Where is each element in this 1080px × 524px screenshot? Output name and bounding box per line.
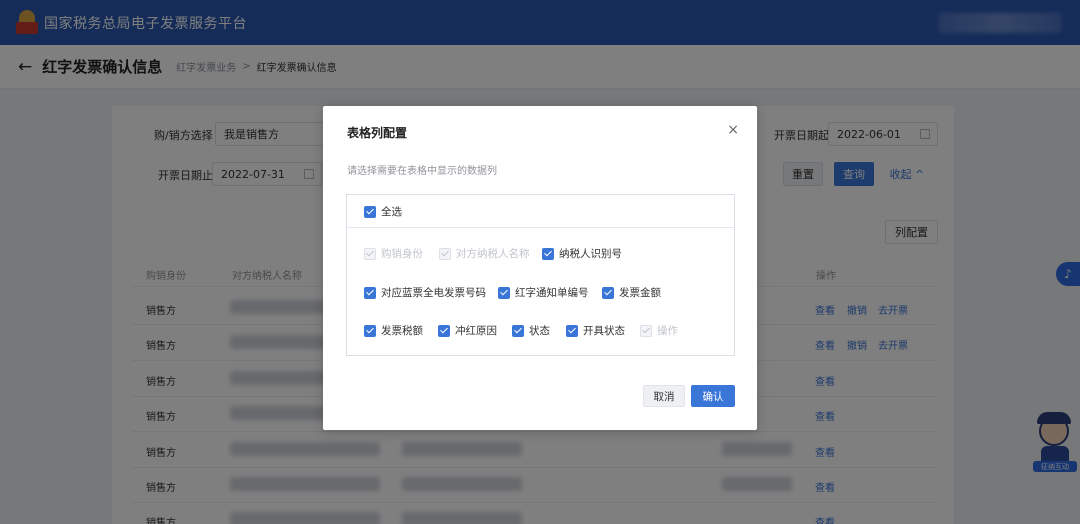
checkbox-checked-icon bbox=[438, 324, 450, 337]
checkbox-checked-icon bbox=[498, 286, 510, 299]
options-divider bbox=[347, 227, 734, 228]
option-label: 状态 bbox=[529, 325, 550, 337]
option-blue-invoice-number[interactable]: 对应蓝票全电发票号码 bbox=[364, 285, 486, 300]
option-red-notice-number[interactable]: 红字通知单编号 bbox=[498, 285, 589, 300]
option-actions: 操作 bbox=[640, 323, 678, 338]
option-label: 对方纳税人名称 bbox=[456, 248, 530, 260]
option-label: 对应蓝票全电发票号码 bbox=[381, 287, 486, 299]
option-invoice-amount[interactable]: 发票金额 bbox=[602, 285, 661, 300]
close-icon[interactable]: × bbox=[727, 122, 739, 138]
option-invoice-tax[interactable]: 发票税额 bbox=[364, 323, 423, 338]
cancel-button[interactable]: 取消 bbox=[643, 385, 685, 407]
checkbox-disabled-icon bbox=[439, 247, 451, 260]
checkbox-checked-icon bbox=[602, 286, 614, 299]
checkbox-checked-icon bbox=[566, 324, 578, 337]
select-all-label: 全选 bbox=[381, 206, 402, 218]
checkbox-checked-icon bbox=[364, 205, 376, 218]
option-label: 纳税人识别号 bbox=[559, 248, 622, 260]
checkbox-disabled-icon bbox=[640, 324, 652, 337]
checkbox-checked-icon bbox=[512, 324, 524, 337]
select-all-checkbox[interactable]: 全选 bbox=[364, 204, 402, 219]
option-issue-status[interactable]: 开具状态 bbox=[566, 323, 625, 338]
option-label: 购销身份 bbox=[381, 248, 423, 260]
checkbox-checked-icon bbox=[364, 324, 376, 337]
dialog-title: 表格列配置 bbox=[347, 126, 408, 140]
option-counterparty-name: 对方纳税人名称 bbox=[439, 246, 530, 261]
option-status[interactable]: 状态 bbox=[512, 323, 550, 338]
column-config-dialog: 表格列配置 × 请选择需要在表格中显示的数据列 全选 购销身份 对方纳税人名称 … bbox=[323, 106, 757, 430]
checkbox-checked-icon bbox=[364, 286, 376, 299]
option-label: 红字通知单编号 bbox=[515, 287, 589, 299]
option-role: 购销身份 bbox=[364, 246, 423, 261]
option-taxpayer-id[interactable]: 纳税人识别号 bbox=[542, 246, 622, 261]
option-label: 冲红原因 bbox=[455, 325, 497, 337]
option-label: 发票税额 bbox=[381, 325, 423, 337]
checkbox-checked-icon bbox=[542, 247, 554, 260]
confirm-button[interactable]: 确认 bbox=[691, 385, 735, 407]
option-label: 操作 bbox=[657, 325, 678, 337]
checkbox-disabled-icon bbox=[364, 247, 376, 260]
dialog-hint: 请选择需要在表格中显示的数据列 bbox=[347, 166, 497, 177]
option-label: 开具状态 bbox=[583, 325, 625, 337]
column-options-panel: 全选 购销身份 对方纳税人名称 纳税人识别号 对应蓝票全电发票号码 红字通知单编… bbox=[346, 194, 735, 356]
option-label: 发票金额 bbox=[619, 287, 661, 299]
option-reversal-reason[interactable]: 冲红原因 bbox=[438, 323, 497, 338]
